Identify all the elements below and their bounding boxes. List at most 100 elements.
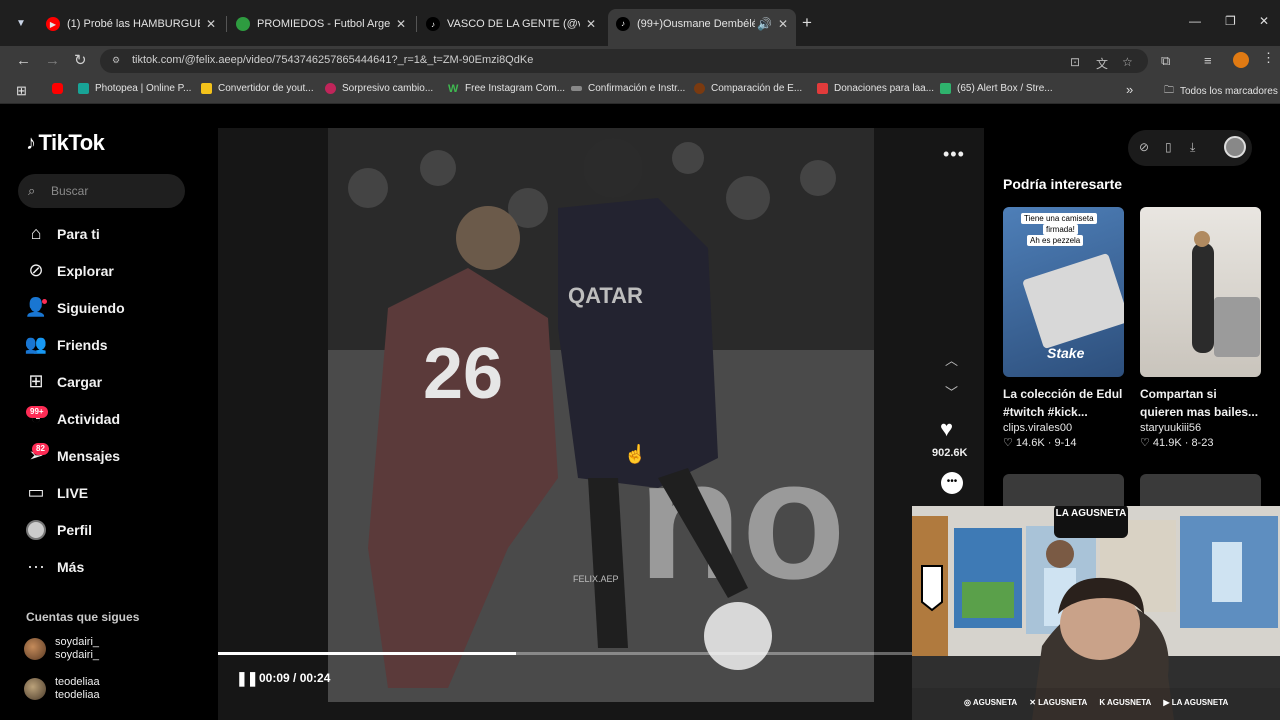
all-bookmarks-label: Todos los marcadores: [1180, 86, 1278, 97]
speaker-icon[interactable]: 🔊: [757, 17, 772, 31]
translate-icon[interactable]: 文: [1096, 55, 1108, 72]
comment-icon[interactable]: •••: [941, 472, 963, 494]
video-author[interactable]: staryuukiii56: [1140, 422, 1261, 434]
bookmark-item[interactable]: Confirmación e Instr...: [571, 83, 685, 94]
messages-badge: 82: [32, 443, 49, 455]
bookmark-item[interactable]: Donaciones para laa...: [817, 83, 934, 94]
chevron-down-icon[interactable]: ﹀: [945, 382, 958, 401]
instagram-icon: ◎: [964, 698, 973, 707]
all-bookmarks-button[interactable]: 🗀 Todos los marcadores: [1164, 83, 1278, 100]
close-icon[interactable]: ✕: [778, 17, 788, 31]
browser-menu-icon[interactable]: ⋮: [1262, 50, 1275, 66]
chevron-up-icon[interactable]: ︿: [945, 350, 958, 369]
heart-icon[interactable]: ♥: [940, 416, 953, 442]
url-text[interactable]: tiktok.com/@felix.aeep/video/75437462578…: [132, 54, 533, 66]
extensions-icon[interactable]: ⧉: [1161, 53, 1170, 69]
account-username: teodeliaa: [55, 676, 100, 688]
profile-avatar[interactable]: [1233, 52, 1249, 68]
video-image: no 26 QATAR FELIX.AEP: [328, 128, 874, 702]
install-app-icon[interactable]: ⊡: [1070, 55, 1080, 69]
nav-cargar[interactable]: ⊞ Cargar: [24, 371, 102, 392]
x-icon: ✕: [1029, 698, 1039, 707]
bookmark-item[interactable]: Photopea | Online P...: [78, 83, 191, 94]
video-player[interactable]: no 26 QATAR FELIX.AEP: [218, 128, 984, 720]
donation-icon: [817, 83, 828, 94]
more-options-icon[interactable]: •••: [943, 144, 965, 165]
new-tab-button[interactable]: +: [802, 14, 812, 32]
bookmark-item[interactable]: Sorpresivo cambio...: [325, 83, 433, 94]
following-account[interactable]: teodeliaa teodeliaa: [24, 676, 100, 702]
pause-icon[interactable]: ❚❚: [236, 670, 258, 687]
profile-icon: [24, 519, 48, 541]
minimize-icon[interactable]: —: [1189, 14, 1201, 28]
tab-divider: [226, 16, 227, 32]
restore-icon[interactable]: ❐: [1225, 14, 1236, 28]
bookmarks-bar: ⊞ Photopea | Online P... Convertidor de …: [0, 76, 1280, 104]
social-handle: AGUSNETA: [1107, 698, 1152, 707]
video-title[interactable]: Compartan si quieren mas bailes...: [1140, 385, 1261, 421]
stats-text: 14.6K · 9-14: [1015, 437, 1077, 449]
video-title[interactable]: La colección de Edul #twitch #kick...: [1003, 385, 1124, 421]
notification-dot: [42, 299, 47, 304]
close-icon[interactable]: ✕: [396, 17, 406, 31]
bookmark-label: Confirmación e Instr...: [588, 83, 686, 94]
kick-icon: K: [1099, 698, 1108, 707]
stats-text: 41.9K · 8-23: [1152, 437, 1214, 449]
tab-promiedos[interactable]: PROMIEDOS - Futbol Argentino ✕: [228, 10, 414, 38]
video-progress-bar[interactable]: [218, 652, 912, 655]
tab-dembele-active[interactable]: ♪ (99+)Ousmane Dembélé: Ta 🔊 ✕: [608, 9, 796, 46]
forward-icon[interactable]: →: [45, 52, 60, 70]
video-thumbnail[interactable]: [1003, 474, 1124, 506]
download-icon[interactable]: ⤓: [1190, 140, 1195, 155]
close-icon[interactable]: ✕: [206, 17, 216, 31]
nav-perfil[interactable]: Perfil: [24, 519, 93, 541]
bookmark-star-icon[interactable]: ☆: [1122, 55, 1133, 69]
coins-icon[interactable]: ⊘: [1139, 140, 1149, 154]
close-icon[interactable]: ✕: [586, 17, 596, 31]
video-thumbnail[interactable]: [1140, 474, 1261, 506]
nav-live[interactable]: ▭ LIVE: [24, 482, 88, 503]
search-input[interactable]: ⌕ Buscar: [18, 174, 185, 208]
nav-explorar[interactable]: ⊘ Explorar: [24, 260, 113, 281]
site-info-icon[interactable]: ⚙: [112, 55, 120, 66]
nav-mas[interactable]: ··· Más: [24, 556, 84, 577]
nav-para-ti[interactable]: ⌂ Para ti: [24, 223, 100, 244]
user-avatar[interactable]: [1224, 136, 1246, 158]
more-bookmarks-icon[interactable]: »: [1126, 82, 1133, 97]
nav-label: Perfil: [57, 521, 93, 538]
video-thumbnail[interactable]: Tiene una camiseta firmada! Ah es pezzel…: [1003, 207, 1124, 377]
media-control-icon[interactable]: ≡: [1204, 53, 1212, 68]
avatar: [24, 638, 46, 660]
reload-icon[interactable]: ↻: [74, 52, 87, 70]
following-account[interactable]: soydairi_ soydairi_: [24, 636, 99, 662]
address-toolbar: ← → ↻ ⚙ tiktok.com/@felix.aeep/video/754…: [0, 46, 1280, 76]
apps-icon[interactable]: ⊞: [16, 83, 27, 99]
recommended-video[interactable]: Tiene una camiseta firmada! Ah es pezzel…: [1003, 207, 1124, 449]
nav-siguiendo[interactable]: 👤 Siguiendo: [24, 297, 125, 318]
bookmark-item[interactable]: Convertidor de yout...: [201, 83, 314, 94]
tiktok-logo[interactable]: ♪ TikTok: [26, 130, 105, 156]
back-icon[interactable]: ←: [16, 52, 31, 70]
video-thumbnail[interactable]: [1140, 207, 1261, 377]
bookmark-label: Donaciones para laa...: [834, 83, 935, 94]
recommended-video[interactable]: Compartan si quieren mas bailes... stary…: [1140, 207, 1261, 449]
bookmark-item[interactable]: W Free Instagram Com...: [448, 83, 565, 95]
webcam-image: [912, 506, 1280, 720]
recommend-header: Podría interesarte: [1003, 176, 1123, 192]
promiedos-icon: [236, 17, 250, 31]
tab-vasco[interactable]: ♪ VASCO DE LA GENTE (@vascod ✕: [418, 10, 604, 38]
bookmark-youtube[interactable]: [52, 83, 69, 94]
address-bar[interactable]: ⚙ tiktok.com/@felix.aeep/video/754374625…: [100, 49, 1148, 73]
phone-icon[interactable]: ▯: [1165, 140, 1172, 154]
video-stats: ♡ 14.6K · 9-14: [1003, 436, 1124, 449]
video-frame[interactable]: no 26 QATAR FELIX.AEP: [328, 128, 874, 702]
webcam-overlay: LA AGUSNETA ◎ AGUSNETA ✕ LAGUSNETA K AGU…: [912, 506, 1280, 720]
tab-youtube[interactable]: ▶ (1) Probé las HAMBURGUESAS ✕: [38, 10, 224, 38]
tab-search-dropdown[interactable]: ▼: [10, 12, 32, 34]
converter-icon: [201, 83, 212, 94]
nav-friends[interactable]: 👥 Friends: [24, 334, 108, 355]
video-author[interactable]: clips.virales00: [1003, 422, 1124, 434]
bookmark-item[interactable]: (65) Alert Box / Stre...: [940, 83, 1053, 94]
bookmark-item[interactable]: Comparación de E...: [694, 83, 802, 94]
close-window-icon[interactable]: ✕: [1259, 14, 1269, 28]
